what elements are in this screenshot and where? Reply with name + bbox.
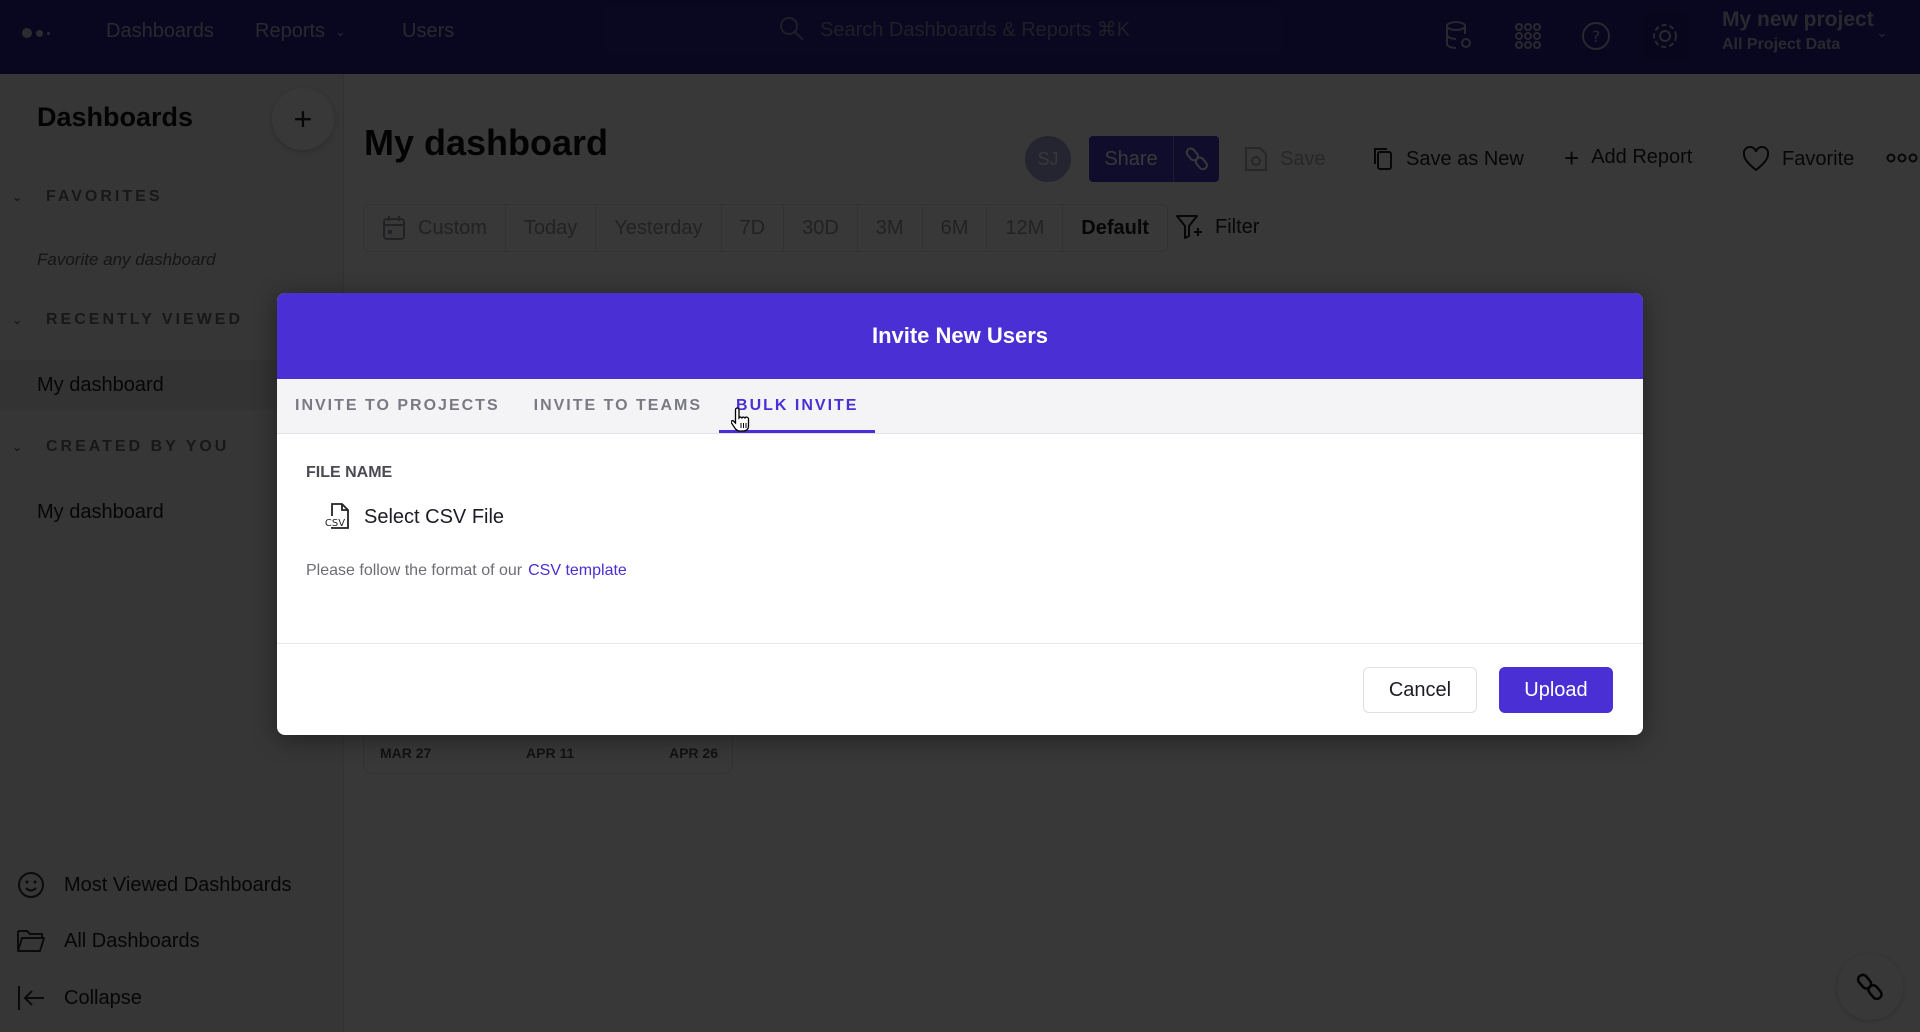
tab-invite-to-teams[interactable]: INVITE TO TEAMS [517, 379, 719, 433]
cancel-button[interactable]: Cancel [1363, 667, 1477, 713]
hand-pointer-cursor-icon [731, 407, 750, 432]
hint-text: Please follow the format of our [306, 562, 523, 579]
modal-footer: Cancel Upload [277, 644, 1643, 734]
svg-text:CSV: CSV [325, 518, 345, 529]
modal-header: Invite New Users [277, 293, 1643, 379]
upload-button[interactable]: Upload [1499, 667, 1613, 713]
csv-template-link[interactable]: CSV template [528, 562, 627, 580]
tab-invite-to-projects[interactable]: INVITE TO PROJECTS [278, 379, 517, 433]
modal-title: Invite New Users [871, 323, 1049, 348]
file-name-label: FILE NAME [306, 464, 393, 481]
modal-body: FILE NAME CSV Select CSV File Please fol… [277, 434, 1643, 644]
select-csv-file-button[interactable]: CSV Select CSV File [324, 502, 504, 532]
select-csv-label: Select CSV File [364, 505, 505, 528]
modal-tabs: INVITE TO PROJECTS INVITE TO TEAMS BULK … [277, 379, 1643, 434]
csv-hint: Please follow the format of our CSV temp… [306, 562, 627, 580]
csv-file-icon: CSV [325, 503, 349, 529]
invite-users-modal: Invite New Users INVITE TO PROJECTS INVI… [277, 293, 1643, 735]
